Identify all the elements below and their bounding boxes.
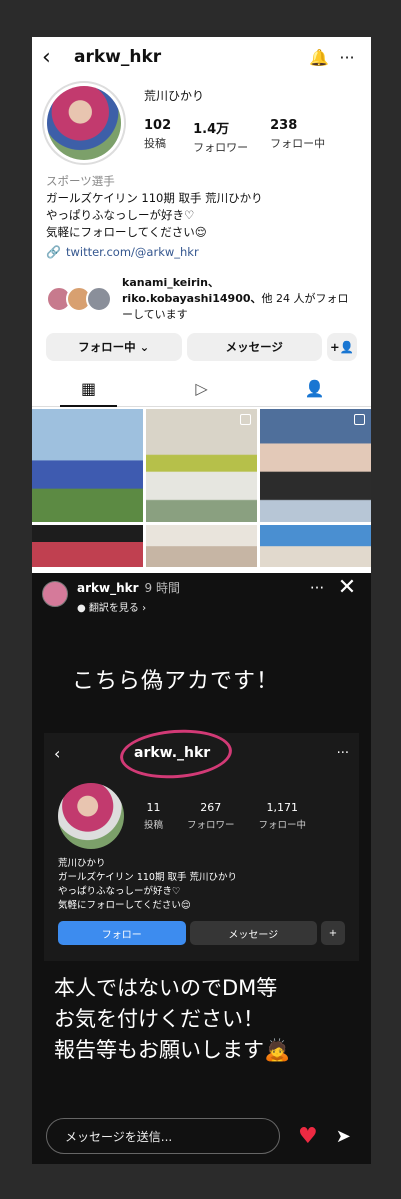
bio-line: やっぱりふなっしーが好き♡ (46, 208, 195, 222)
stat-label: フォロー中 (258, 820, 307, 831)
post-thumbnail[interactable] (260, 525, 371, 567)
followed-by-text: kanami_keirin、riko.kobayashi14900、他 24 人… (116, 275, 357, 323)
profile-screen: ‹ arkw_hkr 🔔 ··· 荒川ひかり 102 投稿 1.4万 フォロワー… (32, 37, 371, 573)
bio-line: ガールズケイリン 110期 取手 荒川ひかり (46, 191, 263, 205)
message-input[interactable]: メッセージを送信... (46, 1118, 280, 1154)
avatar[interactable] (42, 81, 126, 165)
bio-line: 気軽にフォローしてください😌 (58, 900, 191, 911)
post-thumbnail[interactable] (146, 409, 257, 522)
warning-line: 報告等もお願いします🙇 (54, 1038, 291, 1062)
story-user-line: arkw_hkr 9 時間 (77, 579, 301, 596)
post-thumbnail[interactable] (32, 409, 143, 522)
stat-value: 11 (146, 801, 161, 814)
message-button: メッセージ (189, 921, 317, 945)
stat-posts[interactable]: 102 投稿 (144, 118, 171, 155)
carousel-icon (354, 414, 365, 425)
profile-actions: フォロー中 ⌄ メッセージ +👤 (32, 323, 371, 361)
stat-label: フォロー中 (270, 137, 326, 150)
fake-profile-screenshot: ‹ arkw._hkr ··· 11 投稿 267 フォロワー 1,171 フォ… (44, 726, 359, 961)
bio-link-text: twitter.com/@arkw_hkr (65, 245, 199, 259)
stat-value: 1,171 (266, 801, 299, 814)
stat-value: 1.4万 (193, 122, 230, 137)
post-thumbnail[interactable] (260, 409, 371, 522)
fake-username: arkw._hkr (118, 726, 337, 782)
add-user-button[interactable]: +👤 (327, 333, 357, 361)
bio-line: ガールズケイリン 110期 取手 荒川ひかり (58, 872, 238, 883)
tab-tagged[interactable]: 👤 (258, 371, 371, 406)
tab-grid[interactable]: ▦ (32, 371, 145, 407)
stat-value: 267 (200, 801, 222, 814)
translate-link[interactable]: ● 翻訳を見る › (77, 599, 301, 614)
fake-actions: フォロー メッセージ + (44, 913, 359, 945)
avatar[interactable] (42, 581, 68, 607)
stat-value: 238 (270, 118, 298, 133)
post-grid (32, 409, 371, 567)
send-icon[interactable]: ➤ (336, 1126, 351, 1147)
story-username[interactable]: arkw_hkr (77, 581, 139, 595)
warning-text-top: こちら偽アカです！ (72, 669, 280, 694)
stat-label: 投稿 (144, 137, 166, 150)
more-icon: ··· (336, 745, 349, 761)
profile-username: arkw_hkr (74, 47, 162, 67)
warning-line: お気を付けください！ (54, 1007, 264, 1031)
followed-by-names: kanami_keirin、riko.kobayashi14900、 (122, 276, 262, 305)
more-icon[interactable]: ··· (333, 48, 361, 67)
story-header: arkw_hkr 9 時間 ● 翻訳を見る › ··· ✕ (32, 573, 371, 614)
avatar (58, 783, 124, 849)
close-icon[interactable]: ✕ (333, 575, 361, 600)
fake-stats: 11 投稿 267 フォロワー 1,171 フォロー中 (144, 801, 330, 831)
real-name: 荒川ひかり (144, 89, 205, 103)
stat-following: 1,171 フォロー中 (259, 801, 307, 831)
fake-bio: 荒川ひかり ガールズケイリン 110期 取手 荒川ひかり やっぱりふなっしーが好… (44, 849, 359, 913)
profile-stats: 102 投稿 1.4万 フォロワー 238 フォロー中 (144, 118, 361, 155)
stat-following[interactable]: 238 フォロー中 (270, 118, 325, 155)
story-screen: arkw_hkr 9 時間 ● 翻訳を見る › ··· ✕ こちら偽アカです！ ‹… (32, 573, 371, 1164)
follower-avatars (46, 286, 112, 312)
more-icon[interactable]: ··· (301, 579, 333, 597)
stat-value: 102 (144, 118, 172, 133)
bio-link[interactable]: 🔗 twitter.com/@arkw_hkr (46, 244, 357, 261)
fake-profile-head: 11 投稿 267 フォロワー 1,171 フォロー中 (44, 773, 359, 849)
fake-profile-header: ‹ arkw._hkr ··· (44, 726, 359, 782)
profile-bio: スポーツ選手 ガールズケイリン 110期 取手 荒川ひかり やっぱりふなっしーが… (32, 165, 371, 261)
carousel-icon (240, 414, 251, 425)
stat-followers: 267 フォロワー (187, 801, 235, 831)
category-label: スポーツ選手 (46, 174, 115, 188)
warning-text-bottom: 本人ではないのでDM等 お気を付けください！ 報告等もお願いします🙇 (54, 973, 290, 1066)
fake-name: 荒川ひかり (58, 858, 106, 869)
profile-head: 荒川ひかり 102 投稿 1.4万 フォロワー 238 フォロー中 (32, 77, 371, 165)
stat-followers[interactable]: 1.4万 フォロワー (193, 118, 248, 155)
following-button[interactable]: フォロー中 ⌄ (46, 333, 182, 361)
stat-posts: 11 投稿 (144, 801, 163, 831)
stat-label: フォロワー (193, 141, 249, 154)
add-user-icon: + (321, 921, 345, 945)
profile-header: ‹ arkw_hkr 🔔 ··· (32, 37, 371, 77)
bell-icon[interactable]: 🔔 (305, 48, 333, 67)
story-footer: メッセージを送信... ♥ ➤ (46, 1118, 357, 1154)
tab-reels[interactable]: ▷ (145, 371, 258, 406)
heart-icon[interactable]: ♥ (298, 1124, 318, 1149)
bio-line: やっぱりふなっしーが好き♡ (58, 886, 181, 897)
warning-line: 本人ではないのでDM等 (54, 976, 278, 1000)
post-thumbnail[interactable] (146, 525, 257, 567)
profile-tabs: ▦ ▷ 👤 (32, 371, 371, 407)
back-arrow-icon[interactable]: ‹ (42, 45, 66, 70)
follow-button: フォロー (58, 921, 186, 945)
message-button[interactable]: メッセージ (186, 333, 322, 361)
avatar (86, 286, 112, 312)
stat-label: フォロワー (187, 820, 235, 831)
stat-label: 投稿 (144, 820, 164, 831)
story-time: 9 時間 (144, 581, 180, 595)
link-icon: 🔗 (46, 245, 61, 259)
post-thumbnail[interactable] (32, 525, 143, 567)
followed-by[interactable]: kanami_keirin、riko.kobayashi14900、他 24 人… (32, 261, 371, 323)
bio-line: 気軽にフォローしてください😌 (46, 225, 207, 239)
